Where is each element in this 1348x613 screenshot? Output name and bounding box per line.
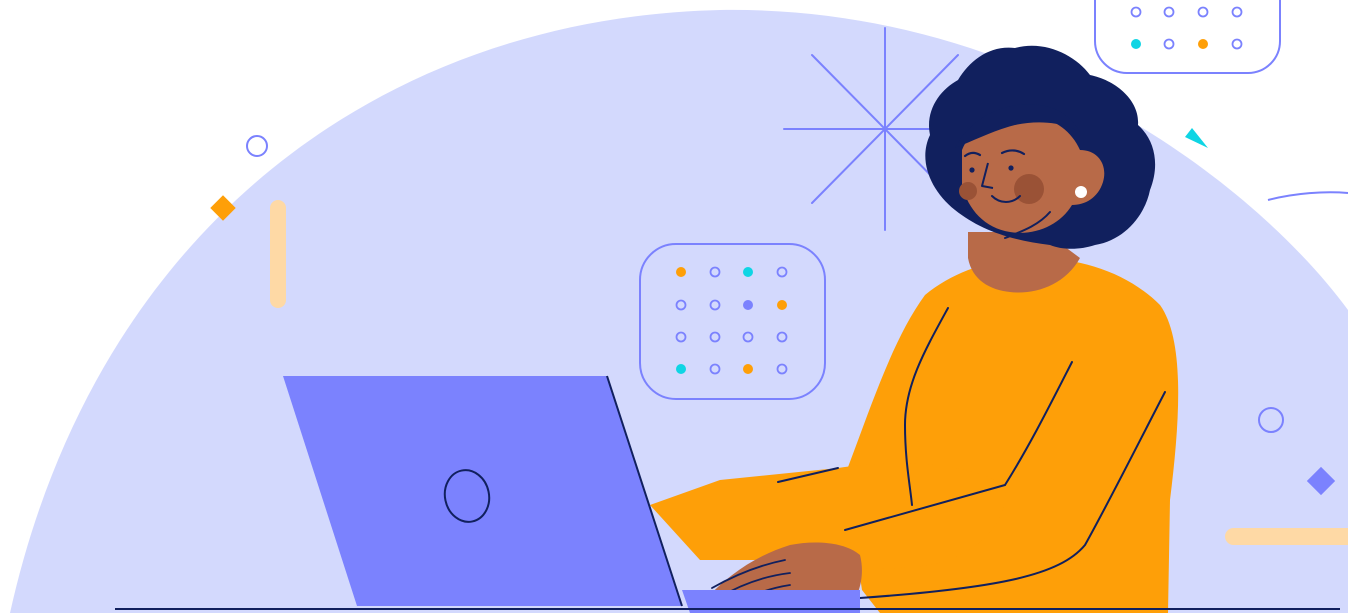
cheek — [959, 182, 977, 200]
cheek — [1014, 174, 1044, 204]
ring-icon — [246, 135, 268, 157]
earring-icon — [1075, 186, 1087, 198]
dot-grid-icon — [1094, 0, 1281, 74]
cyan-mark — [1185, 128, 1208, 148]
deco-curve — [1267, 191, 1348, 201]
peach-bar — [270, 200, 286, 308]
illustration-scene — [10, 0, 1348, 613]
dot-grid-icon — [639, 243, 826, 400]
eye — [969, 167, 975, 173]
eye — [1008, 165, 1014, 171]
peach-bar — [1225, 528, 1348, 545]
